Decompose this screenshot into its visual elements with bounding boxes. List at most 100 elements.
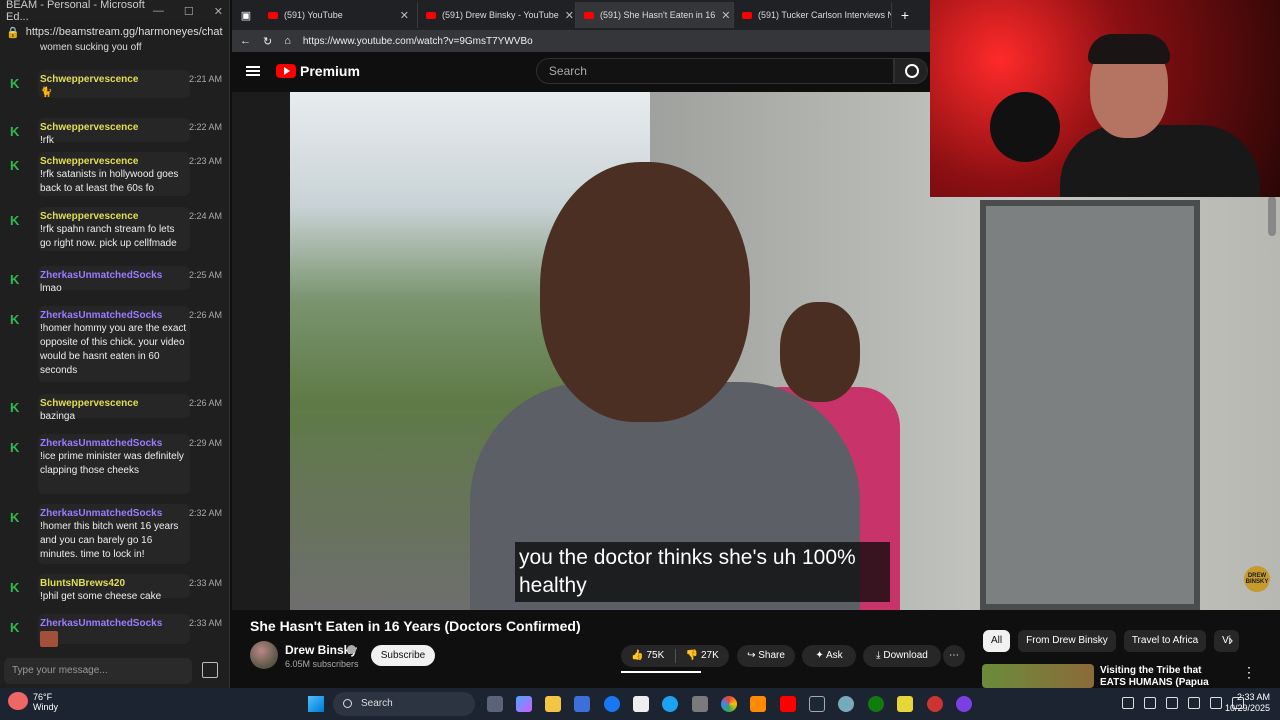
filter-chip[interactable]: From Drew Binsky	[1018, 630, 1116, 652]
tab-actions-icon[interactable]: ▣	[232, 9, 260, 22]
like-count: 75K	[646, 650, 665, 661]
kick-badge-icon: K	[10, 440, 20, 455]
page-scrollbar[interactable]	[1268, 196, 1276, 236]
tray-chevron-icon[interactable]	[1122, 697, 1134, 709]
filter-chip[interactable]: All	[983, 630, 1011, 652]
task-view-icon[interactable]	[487, 696, 503, 712]
home-icon[interactable]: ⌂	[284, 35, 291, 47]
recommended-thumbnail[interactable]	[982, 664, 1094, 688]
clock-date: 10/29/2025	[1224, 703, 1270, 713]
chat-text: !homer hommy you are the exact opposite …	[40, 323, 189, 376]
more-vert-icon[interactable]: ⋮	[1242, 664, 1256, 681]
notes-icon[interactable]	[897, 696, 913, 712]
more-actions-icon[interactable]: ⋯	[943, 645, 965, 667]
tray-network-icon[interactable]	[1144, 697, 1156, 709]
ask-button[interactable]: ✦ Ask	[802, 645, 856, 667]
youtube-logo[interactable]: Premium	[276, 63, 360, 79]
close-tab-icon[interactable]: ✕	[400, 9, 409, 22]
calculator-icon[interactable]	[692, 696, 708, 712]
browser-tab[interactable]: (591) Tucker Carlson Interviews N✕	[734, 2, 892, 28]
menu-icon[interactable]	[246, 66, 260, 76]
windows-start-icon[interactable]	[308, 696, 324, 712]
weather-widget[interactable]: 76°F Windy	[8, 692, 78, 712]
minimize-icon[interactable]: —	[153, 5, 164, 18]
chat-address-bar[interactable]: 🔒 https://beamstream.gg/harmoneyes/chat	[0, 22, 229, 42]
youtube-icon[interactable]	[780, 696, 796, 712]
chat-username[interactable]: BluntsNBrews420	[40, 577, 188, 590]
tray-wifi-icon[interactable]	[1210, 697, 1222, 709]
chat-text: !ice prime minister was definitely clapp…	[40, 451, 187, 476]
verified-icon	[347, 645, 356, 654]
settings-icon[interactable]	[838, 696, 854, 712]
filter-chip[interactable]: Travel to Africa	[1123, 630, 1207, 652]
taskbar-search[interactable]: Search	[333, 692, 475, 716]
share-button[interactable]: ↪ Share	[737, 645, 795, 667]
webcam-overlay	[930, 0, 1280, 197]
app-icon[interactable]	[956, 696, 972, 712]
kick-badge-icon: K	[10, 580, 20, 595]
message-bubble: Schweppervescence bazinga	[38, 394, 190, 422]
like-button[interactable]: 👍 75K	[621, 645, 675, 667]
refresh-icon[interactable]: ↻	[263, 35, 272, 48]
browser-tab[interactable]: (591) YouTube ✕	[260, 2, 418, 28]
chat-username[interactable]: Schweppervescence	[40, 155, 188, 168]
chat-window: BEAM - Personal - Microsoft Ed... — ☐ ✕ 🔒 …	[0, 0, 230, 688]
recommended-title[interactable]: Visiting the Tribe that EATS HUMANS (Pap…	[1100, 665, 1230, 687]
emoji-picker-icon[interactable]	[202, 662, 218, 678]
chat-message: K Schweppervescence !rfk satanists in holl…	[6, 152, 224, 196]
browser-tab[interactable]: (591) Drew Binsky - YouTube ✕	[418, 2, 576, 28]
chat-username[interactable]: Schweppervescence	[40, 210, 188, 223]
chat-username[interactable]: ZherkasUnmatchedSocks	[40, 507, 188, 520]
partial-message-text: women sucking you off	[40, 42, 142, 53]
edge-icon[interactable]	[662, 696, 678, 712]
chat-username[interactable]: ZherkasUnmatchedSocks	[40, 617, 188, 630]
channel-avatar[interactable]	[250, 641, 278, 669]
chat-username[interactable]: Schweppervescence	[40, 397, 188, 410]
channel-watermark[interactable]: DREW BINSKY	[1244, 566, 1270, 592]
vlc-icon[interactable]	[750, 696, 766, 712]
chat-username[interactable]: ZherkasUnmatchedSocks	[40, 269, 188, 282]
chrome-icon[interactable]	[721, 696, 737, 712]
amazon-icon[interactable]	[633, 696, 649, 712]
new-tab-icon[interactable]: +	[892, 7, 918, 23]
chat-timestamp: 2:25 AM	[188, 270, 222, 280]
chat-message-list[interactable]: women sucking you off K Schweppervescence…	[0, 42, 228, 654]
close-tab-icon[interactable]: ✕	[565, 9, 574, 22]
close-icon[interactable]: ✕	[214, 5, 223, 18]
tab-label: (591) Tucker Carlson Interviews N	[758, 10, 892, 20]
store-icon[interactable]	[574, 696, 590, 712]
microphone-shape	[990, 92, 1060, 162]
tray-display-icon[interactable]	[1188, 697, 1200, 709]
dislike-button[interactable]: 👎 27K	[676, 645, 730, 667]
xbox-icon[interactable]	[868, 696, 884, 712]
message-bubble: ZherkasUnmatchedSocks !ice prime minister…	[38, 434, 190, 494]
url-field[interactable]: https://www.youtube.com/watch?v=9GmsT7YW…	[303, 36, 533, 47]
filter-chip[interactable]: Vi	[1214, 630, 1239, 652]
maximize-icon[interactable]: ☐	[184, 5, 194, 18]
chat-timestamp: 2:21 AM	[188, 74, 222, 84]
close-tab-icon[interactable]: ✕	[721, 9, 730, 22]
chat-username[interactable]: Schweppervescence	[40, 121, 188, 134]
copilot-icon[interactable]	[516, 696, 532, 712]
download-button[interactable]: ⤓ Download	[863, 645, 941, 667]
chat-titlebar: BEAM - Personal - Microsoft Ed... — ☐ ✕	[0, 0, 229, 23]
share-label: Share	[758, 650, 785, 661]
chat-username[interactable]: Schweppervescence	[40, 73, 188, 86]
chat-username[interactable]: ZherkasUnmatchedSocks	[40, 437, 188, 450]
facebook-icon[interactable]	[604, 696, 620, 712]
chevron-right-icon[interactable]: ›	[1228, 632, 1233, 650]
file-explorer-icon[interactable]	[545, 696, 561, 712]
steam-icon[interactable]	[809, 696, 825, 712]
subscribe-button[interactable]: Subscribe	[371, 645, 435, 666]
taskbar-clock[interactable]: 2:33 AM 10/29/2025	[1225, 692, 1270, 714]
tray-mic-icon[interactable]	[1166, 697, 1178, 709]
obs-icon[interactable]	[927, 696, 943, 712]
chat-message: K ZherkasUnmatchedSocks !homer this bitch …	[6, 504, 224, 564]
chat-message-input[interactable]: Type your message...	[4, 658, 192, 684]
search-icon[interactable]	[893, 58, 928, 84]
search-input[interactable]: Search	[535, 58, 894, 84]
kick-badge-icon: K	[10, 213, 20, 228]
chat-username[interactable]: ZherkasUnmatchedSocks	[40, 309, 188, 322]
browser-tab[interactable]: (591) She Hasn't Eaten in 16 ✕	[576, 2, 734, 28]
back-icon[interactable]: ←	[240, 35, 251, 47]
